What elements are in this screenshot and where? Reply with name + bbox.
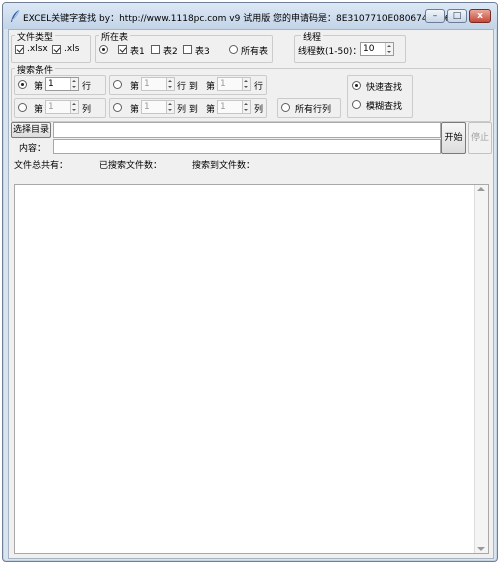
client-area: 文件类型 .xlsx .xls 所在表 表1 表2 表3 所有表 线程 线程数(… bbox=[8, 29, 494, 559]
single-col-prefix: 第 bbox=[34, 105, 44, 115]
sheet1-label: 表1 bbox=[130, 47, 145, 57]
row-number-spinner[interactable]: 1 bbox=[45, 77, 79, 91]
single-row-prefix: 第 bbox=[34, 82, 44, 92]
col-number-spinner[interactable]: 1 bbox=[45, 100, 79, 114]
xls-label: .xls bbox=[64, 44, 80, 54]
scroll-down-icon[interactable] bbox=[477, 547, 485, 551]
col-to-spinner[interactable]: 1 bbox=[217, 100, 251, 114]
file-type-legend: 文件类型 bbox=[15, 30, 56, 43]
single-col-radio[interactable] bbox=[18, 103, 27, 112]
found-files-label: 搜索到文件数： bbox=[192, 161, 256, 171]
minimize-button[interactable]: – bbox=[425, 9, 445, 23]
all-sheets-label: 所有表 bbox=[241, 47, 269, 57]
all-sheets-radio[interactable] bbox=[229, 45, 238, 54]
threads-value: 10 bbox=[363, 44, 375, 54]
row-range-prefix2: 第 bbox=[206, 82, 216, 92]
select-directory-button[interactable]: 选择目录 bbox=[11, 122, 51, 138]
row-to-spinner[interactable]: 1 bbox=[217, 77, 251, 91]
col-range-mid: 列 到 bbox=[177, 105, 198, 115]
results-area[interactable] bbox=[14, 184, 489, 554]
col-number-spin-arrows[interactable] bbox=[70, 101, 78, 113]
specific-sheet-radio[interactable] bbox=[99, 45, 108, 54]
total-files-label: 文件总共有： bbox=[14, 161, 69, 171]
directory-path-field[interactable] bbox=[53, 122, 441, 138]
col-to-spin-arrows[interactable] bbox=[242, 101, 250, 113]
col-from-spinner[interactable]: 1 bbox=[141, 100, 175, 114]
content-label: 内容： bbox=[19, 144, 47, 154]
row-number-spin-arrows[interactable] bbox=[70, 78, 78, 90]
fast-search-label: 快速查找 bbox=[366, 83, 403, 93]
row-to-spin-arrows[interactable] bbox=[242, 78, 250, 90]
xlsx-label: .xlsx bbox=[27, 44, 48, 54]
col-range-suffix: 列 bbox=[254, 105, 264, 115]
scroll-up-icon[interactable] bbox=[477, 187, 485, 191]
threads-label: 线程数(1-50)： bbox=[298, 47, 362, 57]
app-feather-icon bbox=[11, 9, 20, 22]
col-range-prefix: 第 bbox=[130, 105, 140, 115]
row-to-value: 1 bbox=[220, 79, 226, 89]
all-rows-cols-radio[interactable] bbox=[281, 103, 290, 112]
sheet3-label: 表3 bbox=[195, 47, 210, 57]
xlsx-checkbox[interactable] bbox=[15, 45, 24, 54]
xls-checkbox[interactable] bbox=[52, 45, 61, 54]
threads-legend: 线程 bbox=[301, 30, 324, 43]
col-from-spin-arrows[interactable] bbox=[166, 101, 174, 113]
title-bar: EXCEL关键字查找 by：http://www.1118pc.com v9 试… bbox=[3, 3, 497, 29]
row-from-value: 1 bbox=[144, 79, 150, 89]
row-from-spinner[interactable]: 1 bbox=[141, 77, 175, 91]
threads-spin-arrows[interactable] bbox=[385, 43, 393, 55]
row-range-radio[interactable] bbox=[113, 80, 122, 89]
row-range-mid: 行 到 bbox=[177, 82, 198, 92]
app-window: EXCEL关键字查找 by：http://www.1118pc.com v9 试… bbox=[2, 2, 498, 562]
sheet2-label: 表2 bbox=[163, 47, 178, 57]
window-title: EXCEL关键字查找 by：http://www.1118pc.com v9 试… bbox=[23, 14, 451, 24]
single-row-radio[interactable] bbox=[18, 80, 27, 89]
col-range-radio[interactable] bbox=[113, 103, 122, 112]
sheet-location-legend: 所在表 bbox=[99, 30, 131, 43]
sheet1-checkbox[interactable] bbox=[118, 45, 127, 54]
stop-button[interactable]: 停止 bbox=[468, 122, 492, 154]
all-rows-cols-label: 所有行列 bbox=[295, 105, 332, 115]
vertical-scrollbar[interactable] bbox=[474, 185, 488, 553]
single-col-suffix: 列 bbox=[82, 105, 92, 115]
start-button[interactable]: 开始 bbox=[441, 122, 466, 154]
row-from-spin-arrows[interactable] bbox=[166, 78, 174, 90]
single-row-suffix: 行 bbox=[82, 82, 92, 92]
searched-files-label: 已搜索文件数： bbox=[99, 161, 163, 171]
col-range-prefix2: 第 bbox=[206, 105, 216, 115]
content-input[interactable] bbox=[53, 139, 441, 154]
col-from-value: 1 bbox=[144, 102, 150, 112]
close-button[interactable]: x bbox=[469, 9, 491, 23]
row-number-value: 1 bbox=[48, 79, 54, 89]
threads-spinner[interactable]: 10 bbox=[360, 42, 394, 56]
maximize-button[interactable]: □ bbox=[447, 9, 467, 23]
fast-search-radio[interactable] bbox=[352, 81, 361, 90]
col-number-value: 1 bbox=[48, 102, 54, 112]
row-range-prefix: 第 bbox=[130, 82, 140, 92]
fuzzy-search-radio[interactable] bbox=[352, 100, 361, 109]
fuzzy-search-label: 模糊查找 bbox=[366, 102, 403, 112]
col-to-value: 1 bbox=[220, 102, 226, 112]
sheet3-checkbox[interactable] bbox=[183, 45, 192, 54]
sheet2-checkbox[interactable] bbox=[151, 45, 160, 54]
row-range-suffix: 行 bbox=[254, 82, 264, 92]
